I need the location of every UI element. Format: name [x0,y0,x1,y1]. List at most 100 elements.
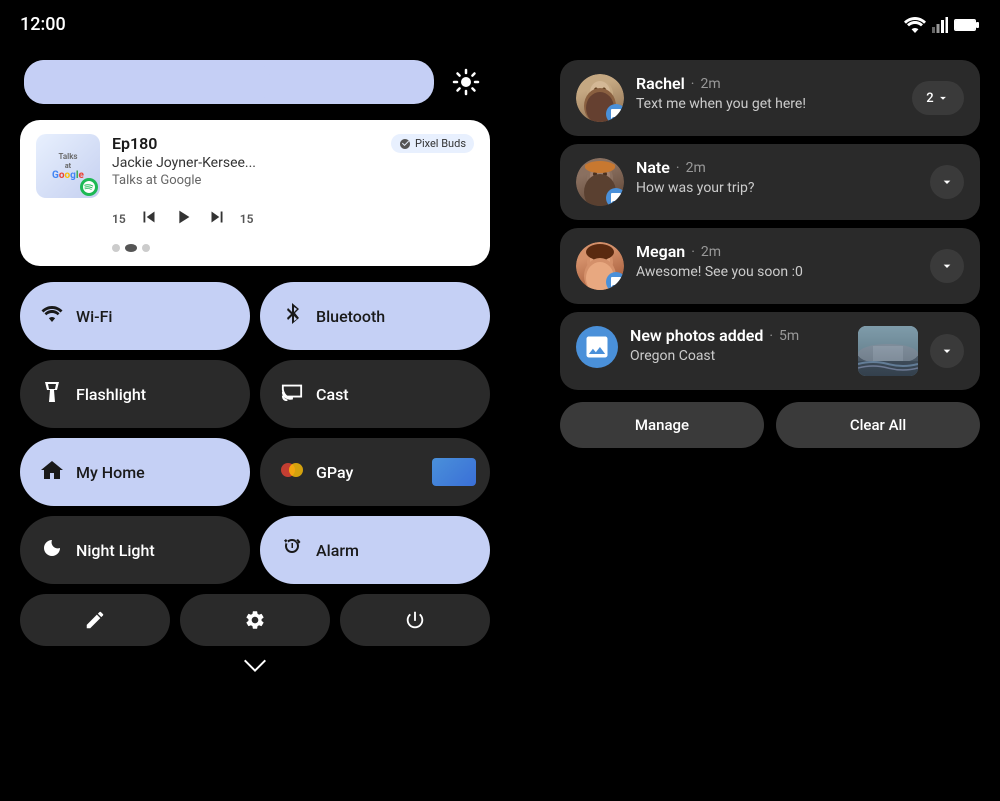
gpay-toggle[interactable]: GPay [260,438,490,506]
notif-dot-rachel: · [691,76,695,92]
notification-content-rachel: Rachel · 2m Text me when you get here! [636,74,900,112]
notification-content-nate: Nate · 2m How was your trip? [636,158,918,196]
media-title-row: Ep180 Pixel Buds [112,134,474,153]
alarm-label: Alarm [316,541,359,560]
notification-content-megan: Megan · 2m Awesome! See you soon :0 [636,242,918,280]
avatar-rachel [576,74,624,122]
wifi-toggle[interactable]: Wi-Fi [20,282,250,350]
spotify-icon [80,178,98,196]
notifications-panel: Rachel · 2m Text me when you get here! 2 [560,60,980,771]
cast-toggle[interactable]: Cast [260,360,490,428]
notification-actions: Manage Clear All [560,398,980,450]
notification-header-rachel: Rachel · 2m [636,74,900,93]
flashlight-toggle[interactable]: Flashlight [20,360,250,428]
toggles-grid: Wi-Fi Bluetooth Flashlight [20,282,490,584]
notification-header-megan: Megan · 2m [636,242,918,261]
expand-button-megan[interactable] [930,249,964,283]
media-dot-3 [142,244,150,252]
notif-time-nate: 2m [686,160,706,176]
message-badge-nate [606,188,624,206]
media-controls-row: 15 15 [36,206,474,232]
manage-button[interactable]: Manage [560,402,764,448]
expand-button-nate[interactable] [930,165,964,199]
myhome-toggle[interactable]: My Home [20,438,250,506]
notif-message-nate: How was your trip? [636,180,918,196]
rewind-label: 15 [112,212,126,226]
cast-label: Cast [316,385,349,404]
wifi-status-icon [904,17,926,33]
media-episode: Ep180 [112,134,157,153]
media-top: Talks at Google Ep180 [36,134,474,198]
notif-name-nate: Nate [636,158,670,177]
notif-time-photos: 5m [779,328,799,344]
nightlight-toggle[interactable]: Night Light [20,516,250,584]
flashlight-label: Flashlight [76,385,146,404]
bluetooth-icon [280,303,304,330]
power-button[interactable] [340,594,490,646]
notif-name-photos: New photos added [630,326,763,345]
forward-button[interactable] [206,206,228,232]
expand-count-rachel: 2 [926,91,933,106]
nightlight-label: Night Light [76,541,155,560]
notification-content-photos: New photos added · 5m Oregon Coast [630,326,846,364]
notif-time-megan: 2m [701,244,721,260]
media-card[interactable]: Talks at Google Ep180 [20,120,490,266]
signal-status-icon [932,17,948,33]
gpay-icon [280,460,304,484]
battery-status-icon [954,17,980,33]
brightness-fill [24,60,270,104]
media-podcast-title: Jackie Joyner-Kersee... [112,155,474,171]
media-dot-2 [125,244,137,252]
home-icon [40,460,64,485]
moon-icon [40,538,64,563]
forward-label: 15 [240,212,254,226]
clear-all-button[interactable]: Clear All [776,402,980,448]
media-source: Pixel Buds [391,134,474,153]
message-badge-rachel [606,104,624,122]
notification-header-nate: Nate · 2m [636,158,918,177]
media-show-name: Talks at Google [112,173,474,188]
bluetooth-toggle[interactable]: Bluetooth [260,282,490,350]
settings-button[interactable] [180,594,330,646]
expand-button-rachel[interactable]: 2 [912,81,964,115]
play-button[interactable] [172,206,194,232]
avatar-photos [576,326,618,368]
photos-thumbnail [858,326,918,376]
notif-time-rachel: 2m [700,76,720,92]
alarm-toggle[interactable]: Alarm [260,516,490,584]
status-icons [904,17,980,33]
bluetooth-label: Bluetooth [316,307,385,326]
cast-icon [280,382,304,406]
notification-nate[interactable]: Nate · 2m How was your trip? [560,144,980,220]
media-info: Ep180 Pixel Buds Jackie Joyner-Kersee...… [112,134,474,188]
media-dots [36,244,474,252]
notif-message-rachel: Text me when you get here! [636,96,900,112]
notif-message-photos: Oregon Coast [630,348,846,364]
avatar-nate [576,158,624,206]
myhome-label: My Home [76,463,145,482]
gpay-card-icon [432,458,476,486]
avatar-megan [576,242,624,290]
notification-photos[interactable]: New photos added · 5m Oregon Coast [560,312,980,390]
brightness-icon[interactable] [446,62,486,102]
rewind-button[interactable] [138,206,160,232]
notification-header-photos: New photos added · 5m [630,326,846,345]
action-bar [20,594,490,646]
notification-megan[interactable]: Megan · 2m Awesome! See you soon :0 [560,228,980,304]
flashlight-icon [40,381,64,408]
expand-button-photos[interactable] [930,334,964,368]
status-bar: 12:00 [0,14,1000,35]
message-badge-megan [606,272,624,290]
brightness-slider[interactable] [24,60,434,104]
notif-name-megan: Megan [636,242,685,261]
wifi-label: Wi-Fi [76,307,113,326]
edit-button[interactable] [20,594,170,646]
alarm-icon [280,537,304,564]
status-time: 12:00 [20,14,66,35]
chevron-down[interactable] [20,658,490,674]
notif-message-megan: Awesome! See you soon :0 [636,264,918,280]
quick-settings-panel: Talks at Google Ep180 [20,60,490,771]
media-thumbnail: Talks at Google [36,134,100,198]
notification-rachel[interactable]: Rachel · 2m Text me when you get here! 2 [560,60,980,136]
brightness-row [20,60,490,104]
